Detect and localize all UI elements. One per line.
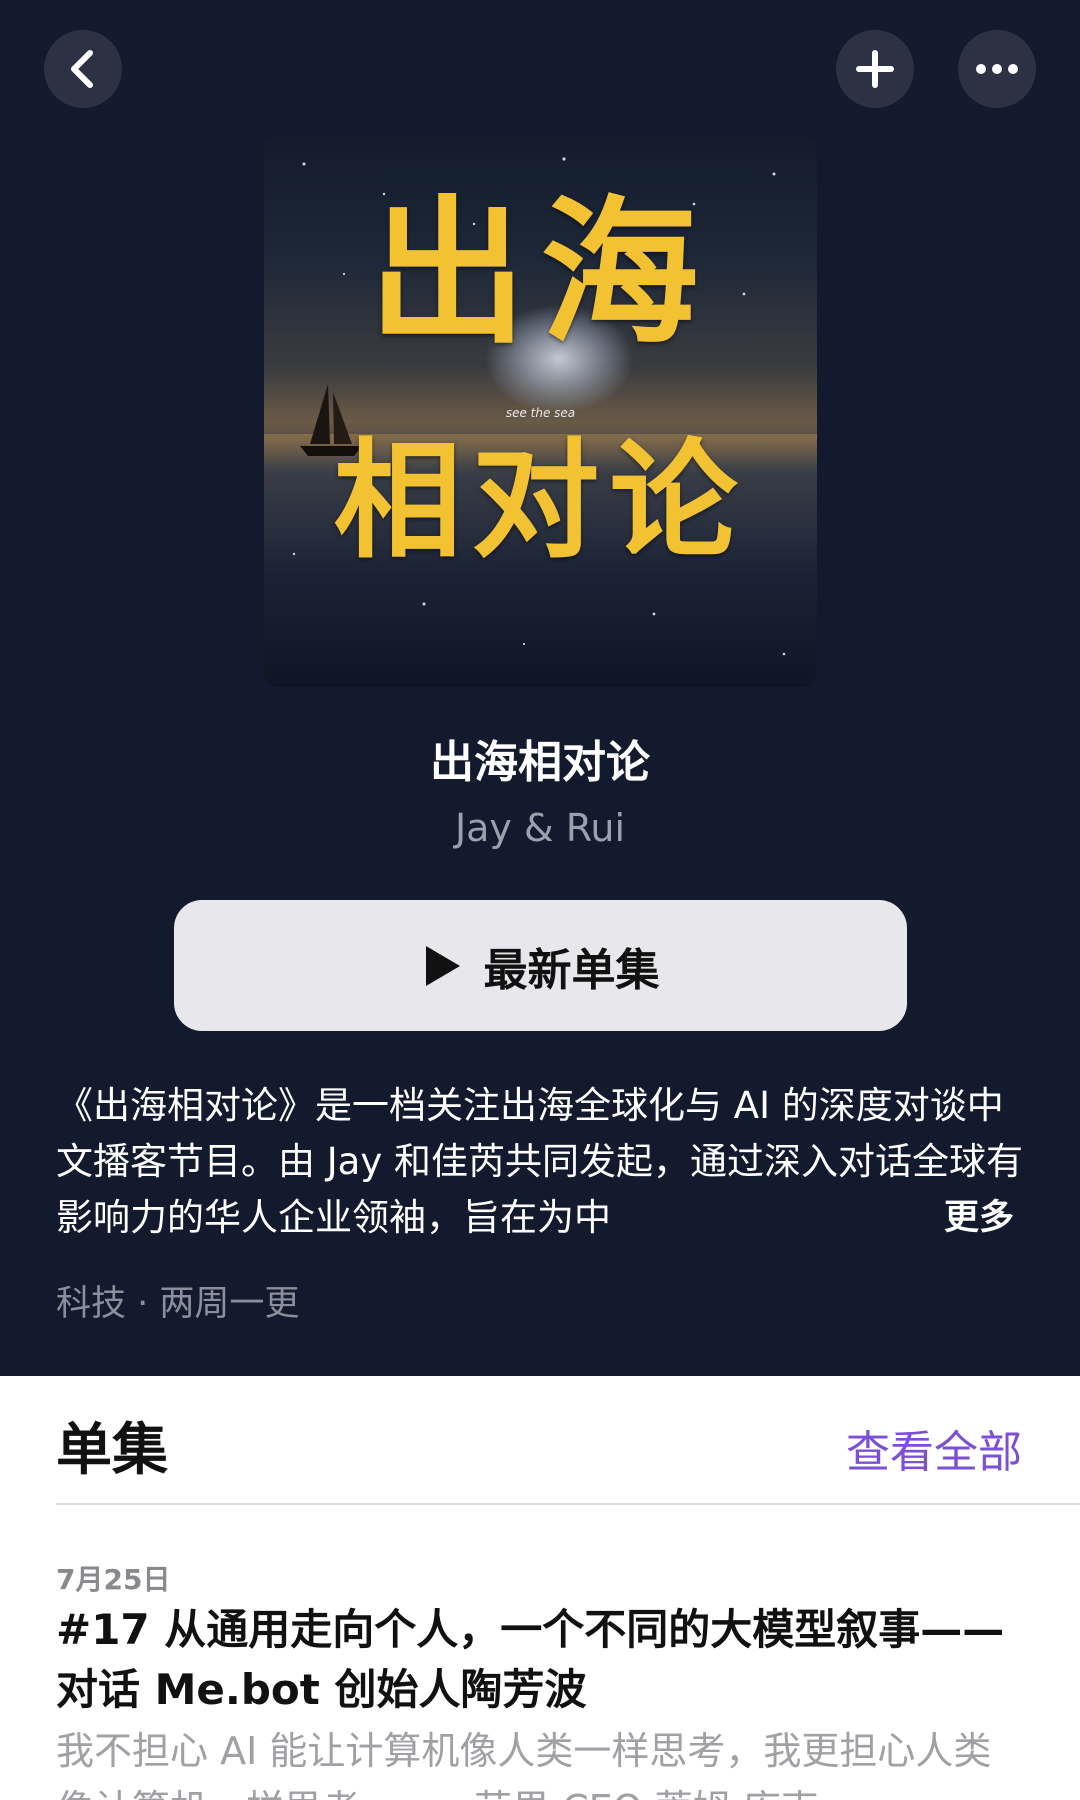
section-divider	[56, 1503, 1080, 1505]
back-button[interactable]	[44, 30, 122, 108]
cover-tagline: see the sea	[505, 406, 576, 420]
episodes-section-title: 单集	[56, 1418, 168, 1483]
see-all-episodes-link[interactable]: 查看全部	[846, 1416, 1022, 1480]
play-icon	[425, 945, 460, 986]
add-button[interactable]	[836, 30, 914, 108]
episode-summary: 我不担心 AI 能让计算机像人类一样思考，我更担心人类像计算机一样思考。——苹果…	[56, 1729, 992, 1800]
podcast-title: 出海相对论	[430, 737, 650, 788]
episode-date: 7月25日	[56, 1563, 171, 1596]
episode-title[interactable]: #17 从通用走向个人，一个不同的大模型叙事——对话 Me.bot 创始人陶芳波	[56, 1600, 1026, 1720]
podcast-author[interactable]: Jay & Rui	[0, 806, 1080, 850]
more-description-link[interactable]: 更多	[944, 1190, 1014, 1246]
play-button-label: 最新单集	[483, 944, 660, 996]
more-options-button[interactable]	[958, 30, 1036, 108]
cover-title-line-1: 出海	[368, 181, 713, 366]
ellipsis-icon	[976, 64, 1018, 74]
podcast-cover-art: 出海 see the sea 相对论	[264, 134, 817, 687]
play-latest-episode-button[interactable]: 最新单集	[174, 900, 907, 1031]
cover-title-line-2: 相对论	[333, 426, 748, 576]
chevron-left-icon	[71, 50, 93, 88]
description-fade	[760, 1190, 940, 1246]
plus-icon	[856, 50, 894, 88]
podcast-meta: 科技 · 两周一更	[56, 1284, 300, 1324]
